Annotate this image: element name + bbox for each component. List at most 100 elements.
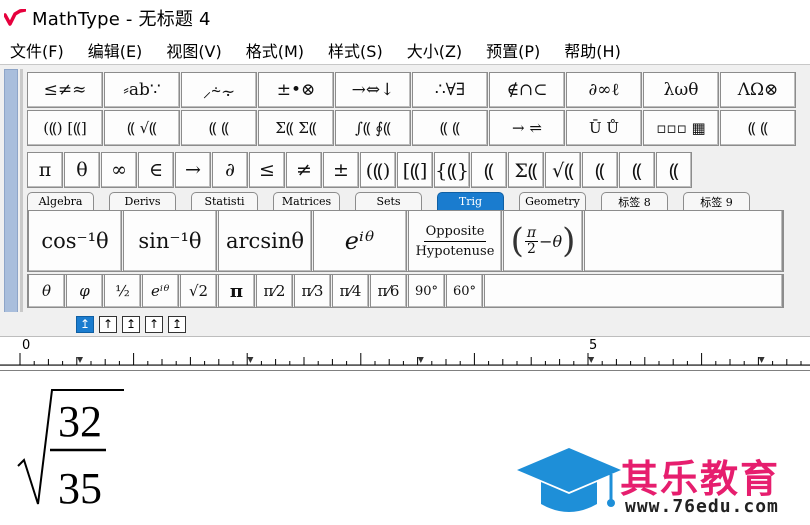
theta-symbol-button[interactable]: θ — [64, 152, 100, 188]
tab-9[interactable]: 标签 9 — [683, 192, 750, 210]
braces-button[interactable]: {⸨} — [434, 152, 470, 188]
infinity-symbol-button[interactable]: ∞ — [101, 152, 137, 188]
theta-quick-button[interactable]: θ — [28, 275, 65, 307]
fraction-denominator: 2 — [527, 240, 536, 257]
right-arrow-button[interactable]: → — [175, 152, 211, 188]
sqrt-two-button[interactable]: √2 — [180, 275, 217, 307]
menu-preferences[interactable]: 预置(P) — [484, 36, 542, 64]
element-of-button[interactable]: ∈ — [138, 152, 174, 188]
tab-sets[interactable]: Sets — [355, 192, 422, 210]
arcsin-button[interactable]: arcsinθ — [218, 211, 312, 271]
phi-quick-button[interactable]: φ — [66, 275, 103, 307]
menu-edit[interactable]: 编辑(E) — [86, 36, 145, 64]
pi-quick-button[interactable]: π — [218, 275, 255, 307]
plus-minus-button[interactable]: ± — [323, 152, 359, 188]
fraction-button[interactable]: ⸨ — [471, 152, 507, 188]
right-paren: ) — [562, 221, 576, 261]
nudge-up-center-icon[interactable]: ↑ — [145, 315, 163, 333]
greek-uppercase-palette-button[interactable]: ΛΩ⊗ — [720, 72, 796, 108]
sixty-degrees-button[interactable]: 60° — [446, 275, 483, 307]
embellishments-palette-button[interactable]: ⸝⸞⸟ — [181, 72, 257, 108]
subscript-superscript-palette-button[interactable]: ⸨ ⸨ — [181, 110, 257, 146]
euler-exponential-button[interactable]: eⁱᶿ — [313, 211, 407, 271]
square-root-equation[interactable]: 32 35 — [16, 386, 126, 520]
square-root-button[interactable]: √⸨ — [545, 152, 581, 188]
menu-help[interactable]: 帮助(H) — [562, 36, 623, 64]
tab-trig[interactable]: Trig — [437, 192, 504, 210]
boxes-palette-button[interactable]: ⸨ ⸨ — [720, 110, 796, 146]
tab-8[interactable]: 标签 8 — [601, 192, 668, 210]
pi-over-two-minus-theta-button[interactable]: ( π 2 −θ ) — [503, 211, 583, 271]
radical-sign: 32 35 — [17, 389, 124, 513]
superscript-button[interactable]: ⸨ — [582, 152, 618, 188]
not-equal-button[interactable]: ≠ — [286, 152, 322, 188]
opposite-label: Opposite — [423, 224, 487, 242]
nudge-up-left-icon[interactable]: ↥ — [76, 315, 94, 333]
tab-derivs[interactable]: Derivs — [109, 192, 176, 210]
underbar-overbar-palette-button[interactable]: ⸨ ⸨ — [412, 110, 488, 146]
hypotenuse-label: Hypotenuse — [415, 243, 495, 259]
template-palette-row: (⸨) [⸨] ⸨ √⸨ ⸨ ⸨ Σ⸨ Σ⸨ ∫⸨ ∮⸨ ⸨ ⸨ → ⇌ Ū Ů… — [27, 110, 796, 146]
pi-symbol-button[interactable]: π — [27, 152, 63, 188]
tab-matrices[interactable]: Matrices — [273, 192, 340, 210]
empty-symbol-slot[interactable] — [484, 275, 783, 307]
misc-symbols-palette-button[interactable]: ∂∞ℓ — [566, 72, 642, 108]
pi-over-4-button[interactable]: π⁄4 — [332, 275, 369, 307]
menu-format[interactable]: 格式(M) — [244, 36, 306, 64]
pi-over-2-button[interactable]: π⁄2 — [256, 275, 293, 307]
tab-statistics[interactable]: Statisti — [191, 192, 258, 210]
summation-button[interactable]: Σ⸨ — [508, 152, 544, 188]
summation-palette-button[interactable]: Σ⸨ Σ⸨ — [258, 110, 334, 146]
empty-trig-slot[interactable] — [584, 211, 783, 271]
trig-symbol-row: θ φ ½ eⁱᶿ √2 π π⁄2 π⁄3 π⁄4 π⁄6 90° 60° — [27, 274, 784, 308]
subscript-button[interactable]: ⸨ — [619, 152, 655, 188]
brackets-button[interactable]: [⸨] — [397, 152, 433, 188]
nudge-up-icon[interactable]: ↑ — [99, 315, 117, 333]
tab-algebra[interactable]: Algebra — [27, 192, 94, 210]
relations-palette-button[interactable]: ≤≠≈ — [27, 72, 103, 108]
pi-over-3-button[interactable]: π⁄3 — [294, 275, 331, 307]
mathtype-logo-icon — [0, 0, 30, 36]
integrals-palette-button[interactable]: ∫⸨ ∮⸨ — [335, 110, 411, 146]
menu-style[interactable]: 样式(S) — [326, 36, 385, 64]
tab-geometry[interactable]: Geometry — [519, 192, 586, 210]
equation-denominator: 35 — [58, 464, 102, 513]
labeled-arrows-palette-button[interactable]: → ⇌ — [489, 110, 565, 146]
products-palette-button[interactable]: Ū Ů — [566, 110, 642, 146]
brand-name: 其乐教育 — [620, 457, 781, 501]
fractions-radicals-palette-button[interactable]: ⸨ √⸨ — [104, 110, 180, 146]
ruler[interactable]: 0 5 — [0, 336, 810, 366]
partial-derivative-button[interactable]: ∂ — [212, 152, 248, 188]
equation-numerator: 32 — [58, 397, 102, 446]
nudge-up-right-icon[interactable]: ↥ — [122, 315, 140, 333]
arcsin-inverse-button[interactable]: sin⁻¹θ — [123, 211, 217, 271]
menu-size[interactable]: 大小(Z) — [405, 36, 464, 64]
less-equal-button[interactable]: ≤ — [249, 152, 285, 188]
nudge-up-end-icon[interactable]: ↥ — [168, 315, 186, 333]
matrices-palette-button[interactable]: ▫▫▫ ▦ — [643, 110, 719, 146]
spaces-ellipses-palette-button[interactable]: ⸗ab∵ — [104, 72, 180, 108]
ninety-degrees-button[interactable]: 90° — [408, 275, 445, 307]
menu-view[interactable]: 视图(V) — [164, 36, 223, 64]
fences-palette-button[interactable]: (⸨) [⸨] — [27, 110, 103, 146]
ruler-label-mid: 5 — [589, 338, 598, 353]
tab-strip: Algebra Derivs Statisti Matrices Sets Tr… — [27, 192, 765, 210]
euler-quick-button[interactable]: eⁱᶿ — [142, 275, 179, 307]
sub-superscript-button[interactable]: ⸨ — [656, 152, 692, 188]
ruler-ticks — [0, 353, 810, 366]
set-theory-palette-button[interactable]: ∉∩⊂ — [489, 72, 565, 108]
menu-bar: 文件(F) 编辑(E) 视图(V) 格式(M) 样式(S) 大小(Z) 预置(P… — [0, 36, 810, 64]
one-half-button[interactable]: ½ — [104, 275, 141, 307]
toolbar-grip-handle[interactable] — [4, 69, 18, 313]
greek-lowercase-palette-button[interactable]: λωθ — [643, 72, 719, 108]
pi-over-6-button[interactable]: π⁄6 — [370, 275, 407, 307]
parentheses-button[interactable]: (⸨) — [360, 152, 396, 188]
ruler-label-start: 0 — [22, 338, 31, 353]
operators-palette-button[interactable]: ±•⊗ — [258, 72, 334, 108]
menu-file[interactable]: 文件(F) — [8, 36, 66, 64]
arccos-inverse-button[interactable]: cos⁻¹θ — [28, 211, 122, 271]
arrows-palette-button[interactable]: →⇔↓ — [335, 72, 411, 108]
nudge-toolbar: ↥ ↑ ↥ ↑ ↥ — [0, 312, 810, 336]
logical-palette-button[interactable]: ∴∀∃ — [412, 72, 488, 108]
opposite-over-hypotenuse-button[interactable]: Opposite Hypotenuse — [408, 211, 502, 271]
